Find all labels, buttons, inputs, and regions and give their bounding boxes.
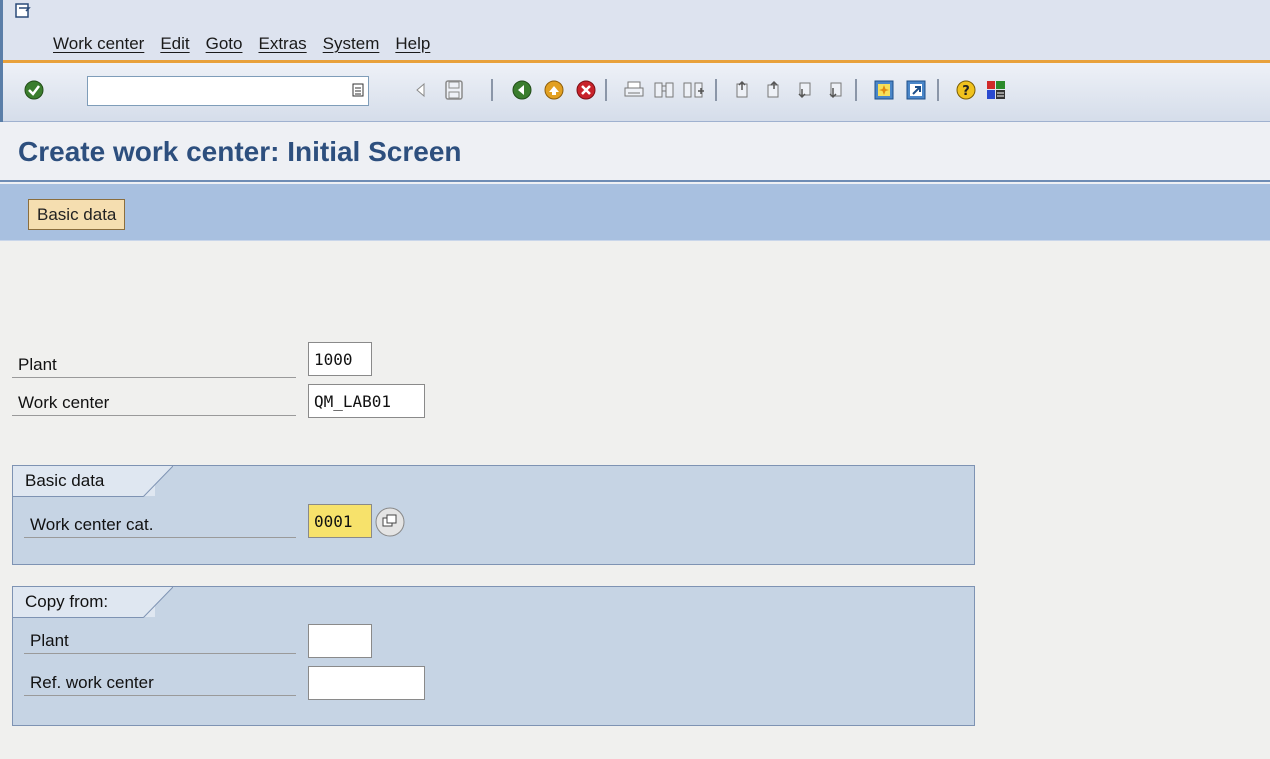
command-field[interactable] <box>87 76 369 106</box>
copy-plant-input[interactable] <box>308 624 372 658</box>
basic-data-button[interactable]: Basic data <box>28 199 126 230</box>
exit-icon[interactable] <box>541 77 567 103</box>
menu-edit[interactable]: Edit <box>160 34 189 54</box>
group-tab-edge <box>143 587 173 618</box>
print-icon[interactable] <box>621 77 647 103</box>
back-arrow-icon[interactable] <box>407 77 433 103</box>
copy-from-group: Copy from: <box>12 586 975 726</box>
menu-bar: Work center Edit Goto Extras System Help <box>3 0 1270 60</box>
menu-system[interactable]: System <box>323 34 380 54</box>
plant-label: Plant <box>12 352 296 378</box>
previous-page-icon[interactable] <box>761 77 787 103</box>
toolbar-separator <box>491 79 493 101</box>
group-tab-underline <box>13 617 143 618</box>
work-center-input[interactable]: QM_LAB01 <box>308 384 425 418</box>
application-toolbar: Basic data <box>0 184 1270 241</box>
plant-input[interactable]: 1000 <box>308 342 372 376</box>
menu-extras[interactable]: Extras <box>258 34 306 54</box>
help-icon[interactable]: ? <box>953 77 979 103</box>
ref-work-center-label: Ref. work center <box>24 670 296 696</box>
next-page-icon[interactable] <box>791 77 817 103</box>
search-help-icon[interactable] <box>373 505 407 539</box>
find-next-icon[interactable] <box>681 77 707 103</box>
find-icon[interactable] <box>651 77 677 103</box>
copy-from-group-title: Copy from: <box>13 587 155 617</box>
back-icon[interactable] <box>509 77 535 103</box>
title-bar: Create work center: Initial Screen <box>0 122 1270 184</box>
menu-help[interactable]: Help <box>395 34 430 54</box>
standard-toolbar: ? <box>3 63 1270 122</box>
shortcut-icon[interactable] <box>903 77 929 103</box>
save-icon[interactable] <box>441 77 467 103</box>
group-tab-underline <box>13 496 143 497</box>
work-center-cat-input[interactable]: 0001 <box>308 504 372 538</box>
toolbar-separator <box>855 79 857 101</box>
svg-text:?: ? <box>962 84 970 99</box>
copy-plant-label: Plant <box>24 628 296 654</box>
page-title: Create work center: Initial Screen <box>18 136 462 167</box>
enter-icon[interactable] <box>21 77 47 103</box>
command-field-dropdown-icon[interactable] <box>345 77 371 103</box>
group-tab-edge <box>143 466 173 497</box>
layout-icon[interactable] <box>983 77 1009 103</box>
toolbar-separator <box>937 79 939 101</box>
last-page-icon[interactable] <box>821 77 847 103</box>
work-center-cat-label: Work center cat. <box>24 512 296 538</box>
toolbar-separator <box>715 79 717 101</box>
create-session-icon[interactable] <box>871 77 897 103</box>
cancel-icon[interactable] <box>573 77 599 103</box>
menu-goto[interactable]: Goto <box>206 34 243 54</box>
system-menu-icon[interactable] <box>15 3 31 19</box>
ref-work-center-input[interactable] <box>308 666 425 700</box>
menu-work-center[interactable]: Work center <box>53 34 144 54</box>
basic-data-group-title: Basic data <box>13 466 155 496</box>
first-page-icon[interactable] <box>731 77 757 103</box>
toolbar-separator <box>605 79 607 101</box>
work-center-label: Work center <box>12 390 296 416</box>
title-divider <box>0 180 1270 182</box>
